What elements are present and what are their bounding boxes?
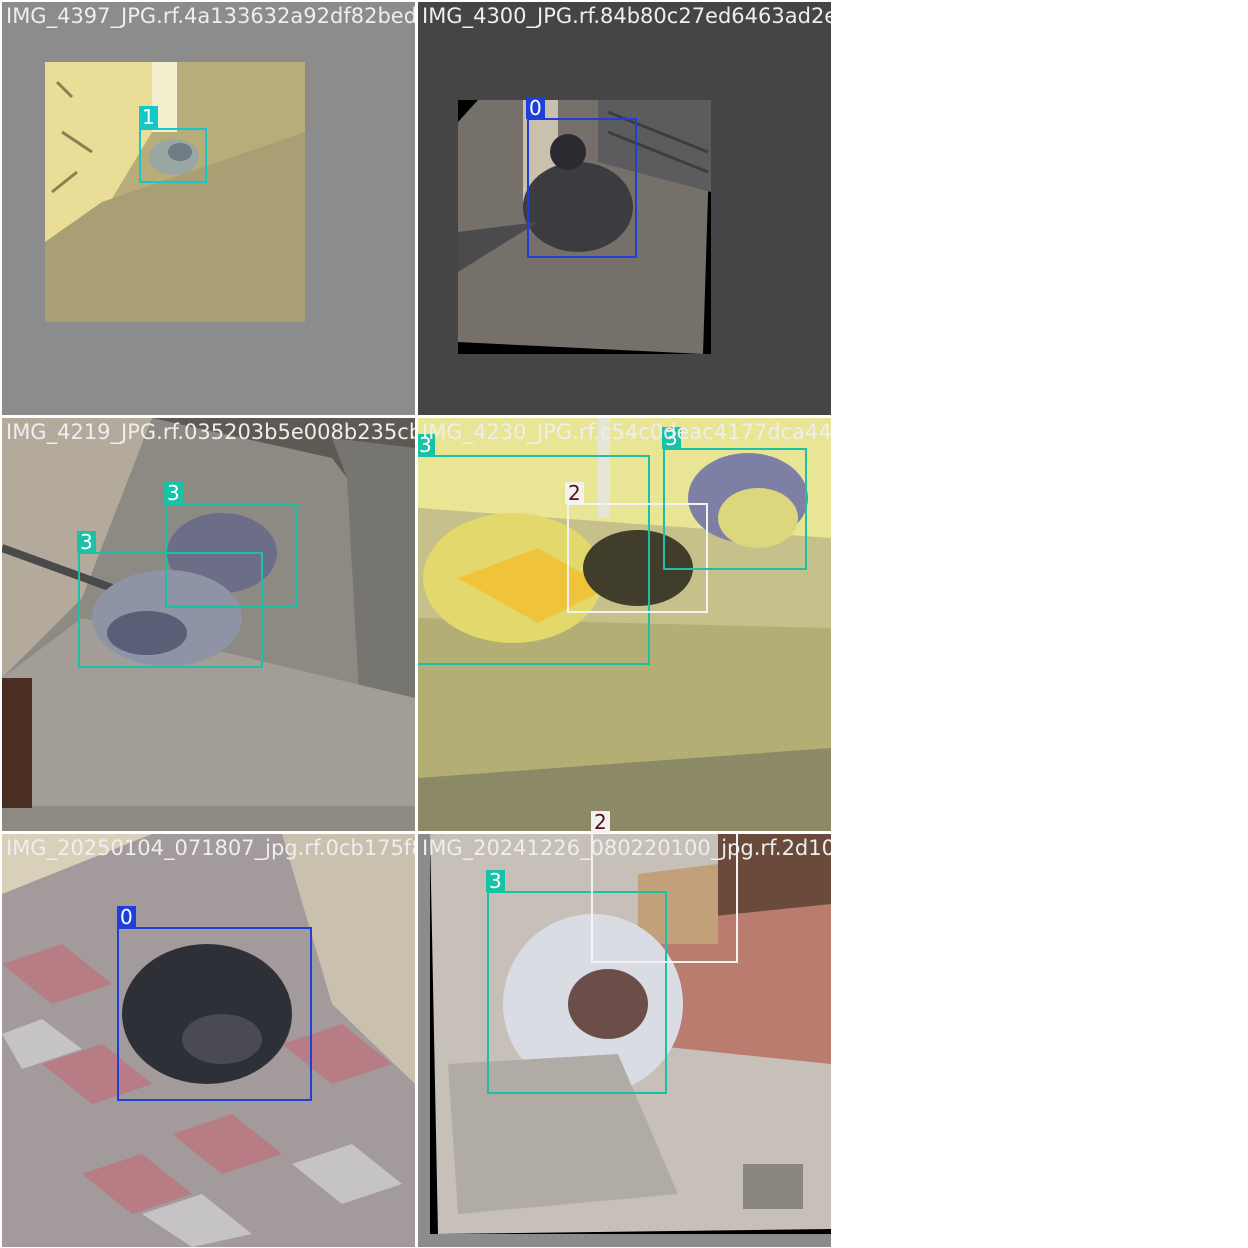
detection-box [78, 552, 263, 668]
detection-label: 2 [565, 482, 584, 504]
detection-box [527, 118, 637, 258]
detection-label: 0 [117, 906, 136, 928]
detection-label: 2 [591, 811, 610, 833]
detection-box [591, 834, 738, 963]
photo-doorway-bag [2, 2, 415, 415]
detection-label: 1 [139, 106, 158, 128]
mosaic-grid: 1 IMG_4397_JPG.rf.4a133632a92df82bed7c64… [0, 0, 1248, 1248]
image-tile-6[interactable]: 3 IMG_20241226_080220100_jpg.rf.2d1014c3… [418, 834, 831, 1247]
image-tile-3[interactable]: 3 3 IMG_4219_JPG.rf.035203b5e008b235cb4b… [2, 418, 415, 831]
detection-label: 3 [662, 427, 681, 449]
image-tile-4[interactable]: 3 2 3 IMG_4230_JPG.rf.c54c0deac4177dca44… [418, 418, 831, 831]
image-tile-5[interactable]: 0 IMG_20250104_071807_jpg.rf.0cb175f8336… [2, 834, 415, 1247]
detection-box [663, 448, 807, 570]
detection-box [117, 927, 312, 1101]
image-tile-1[interactable]: 1 IMG_4397_JPG.rf.4a133632a92df82bed7c64… [2, 2, 415, 415]
detection-label: 0 [526, 97, 545, 119]
detection-label: 3 [77, 531, 96, 553]
detection-box [139, 128, 207, 183]
detection-label: 3 [164, 482, 183, 504]
detection-label: 3 [418, 434, 435, 456]
detection-label: 3 [486, 870, 505, 892]
image-tile-2[interactable]: 0 IMG_4300_JPG.rf.84b80c27ed6463ad2eb404… [418, 2, 831, 415]
